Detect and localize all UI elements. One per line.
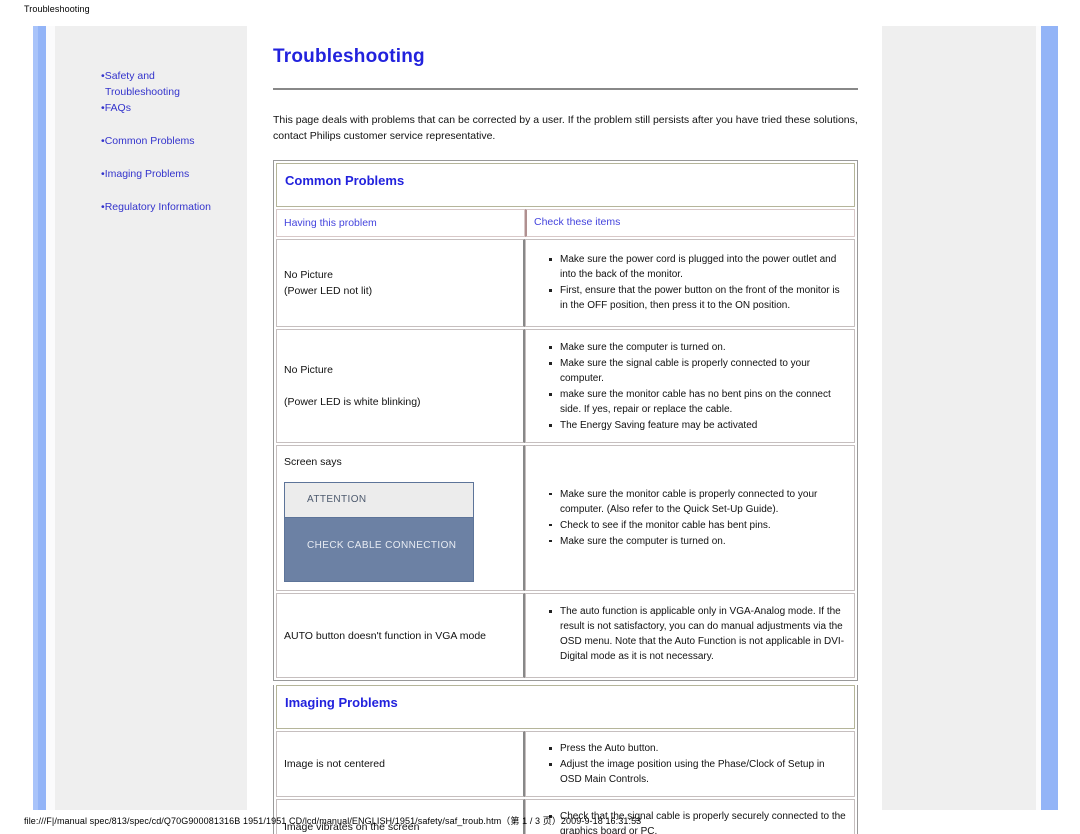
checks-cell: Make sure the computer is turned on. Mak…: [525, 329, 855, 443]
checks-list: The auto function is applicable only in …: [526, 604, 847, 664]
problem-text: No Picture (Power LED not lit): [284, 269, 373, 297]
list-item: The Energy Saving feature may be activat…: [549, 418, 847, 433]
attention-title: ATTENTION: [285, 483, 473, 518]
checks-list: Press the Auto button. Adjust the image …: [526, 741, 847, 787]
list-item: The auto function is applicable only in …: [549, 604, 847, 664]
checks-list: Make sure the computer is turned on. Mak…: [526, 340, 847, 433]
checks-cell: Make sure the power cord is plugged into…: [525, 239, 855, 327]
right-blue-rail: [1041, 26, 1058, 810]
sidebar-item-imaging-problems[interactable]: •Imaging Problems: [101, 166, 251, 182]
list-item: First, ensure that the power button on t…: [549, 283, 847, 313]
checks-cell: Press the Auto button. Adjust the image …: [525, 731, 855, 797]
table-row: No Picture (Power LED is white blinking)…: [276, 329, 855, 443]
problem-cell: Screen says ATTENTION CHECK CABLE CONNEC…: [276, 445, 525, 591]
problem-text: No Picture (Power LED is white blinking): [284, 364, 421, 408]
problem-cell: AUTO button doesn't function in VGA mode: [276, 593, 525, 678]
main-content: Troubleshooting This page deals with pro…: [247, 26, 882, 834]
table-row: AUTO button doesn't function in VGA mode…: [276, 593, 855, 678]
table-row: Image is not centered Press the Auto but…: [276, 731, 855, 797]
left-blue-rail: [33, 26, 46, 810]
checks-cell: Make sure the monitor cable is properly …: [525, 445, 855, 591]
section-title: Common Problems: [285, 173, 405, 188]
page-title: Troubleshooting: [273, 46, 425, 67]
content-inner: Troubleshooting This page deals with pro…: [273, 26, 858, 834]
list-item: Adjust the image position using the Phas…: [549, 757, 847, 787]
checks-cell: The auto function is applicable only in …: [525, 593, 855, 678]
sidebar-item-faqs[interactable]: •FAQs: [101, 100, 251, 116]
list-item: Make sure the monitor cable is properly …: [549, 487, 847, 517]
print-header: Troubleshooting: [24, 4, 90, 14]
page-root: Troubleshooting •Safety and Troubleshoot…: [0, 0, 1080, 834]
sidebar-panel: •Safety and Troubleshooting •FAQs •Commo…: [55, 26, 247, 810]
problem-text: Screen says: [284, 456, 342, 468]
list-item: Check to see if the monitor cable has be…: [549, 518, 847, 533]
sidebar-item-label: Regulatory Information: [104, 201, 211, 213]
title-divider: [273, 88, 858, 90]
list-item: make sure the monitor cable has no bent …: [549, 387, 847, 417]
table-row: No Picture (Power LED not lit) Make sure…: [276, 239, 855, 327]
checks-list: Make sure the monitor cable is properly …: [526, 487, 847, 550]
imaging-problems-section-header: Imaging Problems: [276, 685, 855, 729]
right-panel: [882, 26, 1036, 810]
sidebar-nav: •Safety and Troubleshooting •FAQs •Commo…: [101, 68, 251, 215]
problem-text: Image is not centered: [284, 758, 385, 770]
sidebar-item-common-problems[interactable]: •Common Problems: [101, 133, 251, 149]
list-item: Make sure the computer is turned on.: [549, 340, 847, 355]
section-title: Imaging Problems: [285, 695, 398, 710]
sidebar-item-label: FAQs: [104, 102, 131, 114]
left-rail-gap: [46, 26, 55, 810]
column-header-problem: Having this problem: [276, 209, 525, 237]
problem-cell: No Picture (Power LED not lit): [276, 239, 525, 327]
intro-paragraph: This page deals with problems that can b…: [273, 114, 858, 142]
sidebar-item-regulatory-information[interactable]: •Regulatory Information: [101, 199, 251, 215]
attention-screen-graphic: ATTENTION CHECK CABLE CONNECTION: [284, 482, 474, 582]
imaging-problems-table: Imaging Problems Image is not centered P…: [273, 685, 858, 834]
common-problems-section-header: Common Problems: [276, 163, 855, 207]
sidebar-item-label: Safety and: [104, 70, 155, 82]
column-header-checks: Check these items: [525, 209, 855, 237]
document-frame: •Safety and Troubleshooting •FAQs •Commo…: [33, 26, 1058, 834]
sidebar-item-label: Imaging Problems: [104, 168, 190, 180]
problem-cell: No Picture (Power LED is white blinking): [276, 329, 525, 443]
list-item: Make sure the signal cable is properly c…: [549, 356, 847, 386]
problem-cell: Image is not centered: [276, 731, 525, 797]
list-item: Press the Auto button.: [549, 741, 847, 756]
common-problems-table: Common Problems Having this problem Chec…: [273, 160, 858, 681]
problem-text: AUTO button doesn't function in VGA mode: [284, 629, 487, 642]
table-header-row: Having this problem Check these items: [276, 209, 855, 237]
sidebar-item-label: Common Problems: [104, 135, 195, 147]
left-rail-highlight: [33, 26, 38, 810]
print-footer: file:///F|/manual spec/813/spec/cd/Q70G9…: [24, 816, 642, 826]
table-row: Screen says ATTENTION CHECK CABLE CONNEC…: [276, 445, 855, 591]
sidebar-item-safety-continuation[interactable]: Troubleshooting: [101, 84, 251, 100]
checks-list: Make sure the power cord is plugged into…: [526, 252, 847, 314]
list-item: Make sure the power cord is plugged into…: [549, 252, 847, 282]
sidebar-item-safety-and-troubleshooting[interactable]: •Safety and: [101, 68, 251, 84]
attention-message: CHECK CABLE CONNECTION: [285, 518, 473, 581]
list-item: Make sure the computer is turned on.: [549, 534, 847, 549]
